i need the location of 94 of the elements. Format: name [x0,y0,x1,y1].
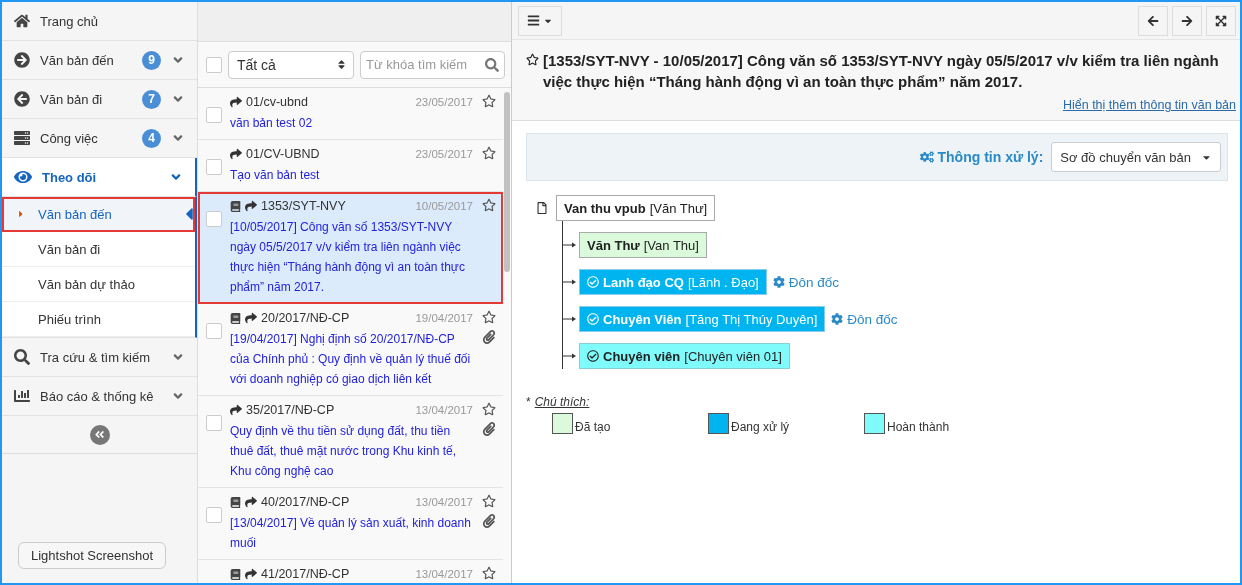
share-arrow-icon [245,568,257,580]
count-badge: 9 [142,50,161,70]
document-date: 23/05/2017 [415,96,473,108]
remind-link[interactable]: Đôn đốc [831,311,898,327]
document-number: 1353/SYT-NVY [261,199,347,213]
filter-select[interactable]: Tất cả [228,50,354,79]
document-summary: [19/04/2017] Nghị định số 20/2017/NĐ-CP của Chính phủ : Quy định về quản lý thuế đối với doanh nghiệp có giao dịch liên kết [230,331,472,388]
document-summary: Tạo văn bản test [230,167,321,184]
checkbox[interactable] [206,507,222,523]
document-date: 13/04/2017 [415,568,473,580]
star-icon[interactable] [482,566,496,580]
share-arrow-icon [245,496,257,508]
home-icon [14,13,30,29]
submenu-item[interactable]: Văn bản đến [2,197,195,232]
star-icon[interactable] [482,402,496,416]
share-arrow-icon [230,96,242,108]
collapse-sidebar-button[interactable] [89,424,110,445]
expand-icon [1215,14,1227,27]
share-arrow-icon [245,312,257,324]
document-summary: [10/05/2017] Công văn số 1353/SYT-NVY ngày 05/5/2017 v/v kiểm tra liên ngành việc thực hiện “Tháng hành động vì an toàn thực phẩm” năm 2017. [230,219,466,296]
sidebar-item[interactable]: Tra cứu & tìm kiếm [2,338,197,377]
sort-arrows-icon [336,59,347,70]
gear-icon [831,313,844,325]
count-badge: 7 [142,89,161,109]
document-number: 20/2017/NĐ-CP [261,311,351,325]
tree-node: Chuyên viên [Chuyên viên 01] [579,343,790,369]
sidebar-item[interactable]: Trang chủ [2,2,197,41]
checkbox[interactable] [206,56,222,73]
show-more-link[interactable]: Hiển thị thêm thông tin văn bản [1062,98,1236,112]
document-item[interactable]: 1353/SYT-NVY 10/05/2017 [10/05/2017] Công văn số 1353/SYT-NVY ngày 05/5/2017 v/v kiểm tra liên ngành việc thực hiện “Tháng hành động vì an toàn thực phẩm” năm 2017. [198,192,503,304]
star-icon[interactable] [482,146,496,160]
bar-chart-icon [14,388,30,404]
star-icon[interactable] [482,198,496,212]
sidebar-item[interactable]: Văn bản đi 7 [2,80,197,119]
document-date: 19/04/2017 [415,312,473,324]
previous-button[interactable] [1138,5,1168,36]
double-chevron-left-icon [94,429,105,440]
document-summary: [13/04/2017] Về quản lý sản xuất, kinh doanh muối [230,515,472,552]
arrow-left-icon [1147,14,1159,27]
tree-node: Chuyên Viên [Tăng Thị Thúy Duyên] [579,306,826,332]
processing-label: Thông tin xử lý: [937,149,1044,165]
document-number: 40/2017/NĐ-CP [261,495,351,509]
document-date: 13/04/2017 [415,496,473,508]
stacked-bars-icon [14,130,30,146]
gear-icon [772,276,785,288]
arrow-right-icon [1181,14,1193,27]
search-icon [485,57,499,72]
search-icon [14,349,30,365]
share-arrow-icon [230,404,242,416]
star-icon[interactable] [482,494,496,508]
remind-link[interactable]: Đôn đốc [772,274,839,290]
count-badge: 4 [142,128,161,148]
tree-node: Van thu vpub [Văn Thư] [556,195,716,221]
legend-label: Đã tạo [575,420,611,434]
sidebar-item[interactable]: Báo cáo & thống kê [2,377,197,416]
tree-node: Lanh đạo CQ [Lãnh . Đạo] [579,269,767,295]
search-field[interactable]: Từ khóa tìm kiếm [360,50,505,79]
asterisk: * [526,395,531,409]
checkbox[interactable] [206,107,222,123]
menu-icon [527,14,540,27]
legend-title: Chú thích: [534,395,590,409]
gears-icon [919,150,934,164]
checkbox[interactable] [206,159,222,175]
document-date: 10/05/2017 [415,200,473,212]
next-button[interactable] [1172,5,1202,36]
tree-node: Văn Thư [Van Thu] [579,232,707,258]
share-arrow-icon [230,148,242,160]
eye-icon [14,168,32,186]
star-icon[interactable] [526,53,539,66]
checkbox[interactable] [206,211,222,227]
view-dropdown[interactable]: Sơ đồ chuyển văn bản [1051,142,1221,172]
tooltip: Lightshot Screenshot [18,542,167,569]
document-summary: Quy định về thu tiền sử dụng đất, thu tiền thuê đất, thuê mặt nước trong Khu kinh tế, Khu công nghệ cao [230,423,458,480]
menu-button[interactable] [518,5,562,36]
share-arrow-icon [245,200,257,212]
sidebar-item[interactable]: Văn bản đến 9 [2,41,197,80]
scrollbar-thumb[interactable] [504,92,510,272]
document-summary: văn bản test 02 [230,115,314,132]
document-date: 23/05/2017 [415,148,473,160]
star-icon[interactable] [482,310,496,324]
file-icon [536,202,548,214]
star-icon[interactable] [482,94,496,108]
fullscreen-button[interactable] [1206,5,1236,36]
checkbox[interactable] [206,323,222,339]
document-number: 35/2017/NĐ-CP [246,403,336,417]
document-date: 13/04/2017 [415,404,473,416]
checkbox[interactable] [206,415,222,431]
sidebar-item[interactable]: Theo dõi [2,158,197,197]
legend-label: Đang xử lý [731,420,790,434]
legend-label: Hoàn thành [887,420,950,434]
document-number: 01/cv-ubnd [246,95,309,109]
document-number: 01/CV-UBND [246,147,321,161]
document-number: 41/2017/NĐ-CP [261,567,351,581]
document-title: [1353/SYT-NVY - 10/05/2017] Công văn số 1353/SYT-NVY ngày 05/5/2017 v/v kiểm tra liên ngành việc thực hiện “Tháng hành động vì an toàn thực phẩm” năm 2017. [543,51,1220,92]
